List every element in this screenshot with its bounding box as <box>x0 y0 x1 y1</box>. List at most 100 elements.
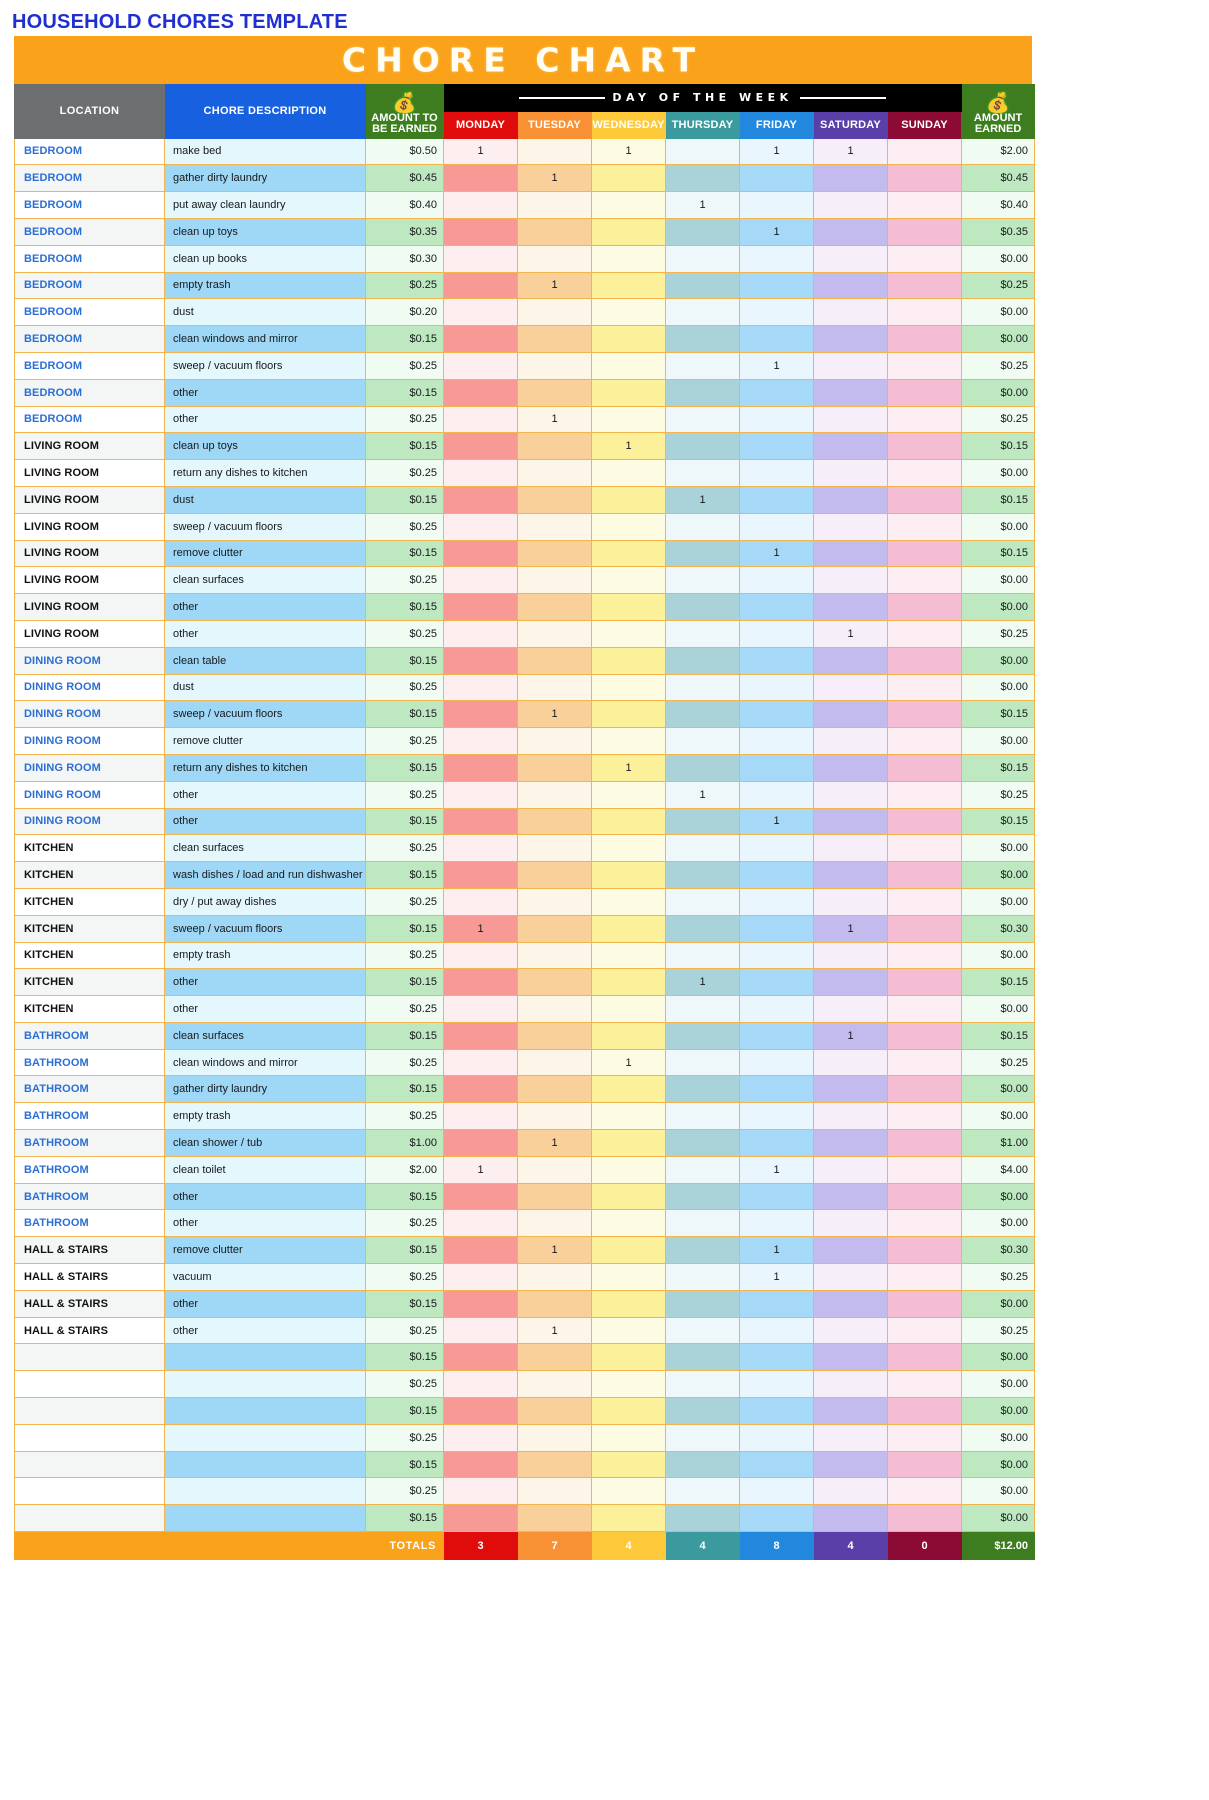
cell-day-tuesday[interactable] <box>517 459 592 487</box>
cell-location[interactable] <box>14 1477 165 1506</box>
cell-location[interactable]: BEDROOM <box>14 378 165 407</box>
cell-day-thursday[interactable] <box>665 459 740 487</box>
cell-day-tuesday[interactable] <box>517 727 592 755</box>
cell-day-thursday[interactable] <box>665 700 740 729</box>
cell-day-wednesday[interactable] <box>591 593 666 621</box>
cell-day-sunday[interactable] <box>886 539 963 568</box>
table-row[interactable]: DINING ROOM other $0.15 1 $0.15 <box>14 807 1036 836</box>
cell-day-thursday[interactable] <box>665 432 740 461</box>
cell-day-sunday[interactable] <box>886 1021 963 1050</box>
cell-day-friday[interactable]: 1 <box>739 217 814 246</box>
table-row[interactable]: BATHROOM empty trash $0.25 $0.00 <box>14 1102 1036 1131</box>
cell-location[interactable] <box>14 1504 165 1533</box>
cell-amount-to-be-earned[interactable]: $0.15 <box>365 968 444 997</box>
cell-location[interactable]: BATHROOM <box>14 1021 165 1050</box>
cell-day-saturday[interactable]: 1 <box>813 914 888 943</box>
cell-day-friday[interactable] <box>739 1048 814 1077</box>
cell-day-saturday[interactable] <box>813 1182 888 1211</box>
cell-day-sunday[interactable] <box>886 137 963 166</box>
cell-day-thursday[interactable] <box>665 1450 740 1479</box>
cell-day-monday[interactable] <box>443 834 518 863</box>
cell-day-sunday[interactable] <box>886 1316 963 1345</box>
table-row[interactable]: BEDROOM put away clean laundry $0.40 1 $0.40 <box>14 191 1036 219</box>
cell-day-wednesday[interactable] <box>591 887 666 916</box>
cell-day-tuesday[interactable] <box>517 941 592 970</box>
cell-day-monday[interactable] <box>443 378 518 407</box>
cell-day-wednesday[interactable] <box>591 1504 666 1533</box>
cell-day-wednesday[interactable] <box>591 512 666 541</box>
cell-day-wednesday[interactable] <box>591 807 666 836</box>
cell-day-thursday[interactable] <box>665 217 740 246</box>
cell-chore-description[interactable]: sweep / vacuum floors <box>164 914 366 943</box>
cell-day-thursday[interactable] <box>665 834 740 863</box>
cell-day-monday[interactable] <box>443 968 518 997</box>
cell-day-wednesday[interactable] <box>591 646 666 675</box>
cell-day-saturday[interactable] <box>813 459 888 487</box>
cell-day-tuesday[interactable] <box>517 191 592 219</box>
cell-day-sunday[interactable] <box>886 1289 963 1318</box>
cell-day-wednesday[interactable]: 1 <box>591 1048 666 1077</box>
cell-day-wednesday[interactable] <box>591 1102 666 1131</box>
cell-location[interactable]: BEDROOM <box>14 298 165 327</box>
cell-location[interactable]: DINING ROOM <box>14 780 165 809</box>
cell-day-tuesday[interactable] <box>517 351 592 380</box>
cell-day-saturday[interactable] <box>813 1423 888 1452</box>
cell-day-saturday[interactable] <box>813 378 888 407</box>
table-row[interactable]: $0.15 $0.00 <box>14 1450 1036 1479</box>
cell-day-saturday[interactable] <box>813 539 888 568</box>
cell-day-thursday[interactable] <box>665 593 740 621</box>
cell-day-monday[interactable] <box>443 325 518 353</box>
cell-day-friday[interactable] <box>739 298 814 327</box>
cell-amount-to-be-earned[interactable]: $0.35 <box>365 217 444 246</box>
cell-amount-to-be-earned[interactable]: $0.25 <box>365 727 444 755</box>
cell-day-monday[interactable] <box>443 995 518 1023</box>
cell-chore-description[interactable]: sweep / vacuum floors <box>164 351 366 380</box>
cell-day-monday[interactable] <box>443 485 518 514</box>
cell-amount-to-be-earned[interactable]: $0.15 <box>365 861 444 889</box>
cell-day-thursday[interactable] <box>665 1209 740 1238</box>
cell-location[interactable]: LIVING ROOM <box>14 566 165 595</box>
cell-location[interactable]: LIVING ROOM <box>14 593 165 621</box>
cell-amount-to-be-earned[interactable]: $0.15 <box>365 914 444 943</box>
cell-day-thursday[interactable]: 1 <box>665 780 740 809</box>
cell-chore-description[interactable]: dust <box>164 673 366 702</box>
cell-day-tuesday[interactable] <box>517 137 592 166</box>
cell-day-sunday[interactable] <box>886 459 963 487</box>
cell-day-saturday[interactable] <box>813 1155 888 1184</box>
cell-day-monday[interactable] <box>443 1102 518 1131</box>
cell-day-wednesday[interactable]: 1 <box>591 432 666 461</box>
cell-day-monday[interactable] <box>443 271 518 300</box>
table-row[interactable]: LIVING ROOM return any dishes to kitchen $… <box>14 459 1036 487</box>
cell-chore-description[interactable]: return any dishes to kitchen <box>164 459 366 487</box>
cell-location[interactable]: HALL & STAIRS <box>14 1316 165 1345</box>
cell-day-monday[interactable] <box>443 1048 518 1077</box>
cell-chore-description[interactable]: remove clutter <box>164 1236 366 1265</box>
cell-day-monday[interactable] <box>443 1504 518 1533</box>
table-row[interactable]: LIVING ROOM other $0.25 1 $0.25 <box>14 619 1036 648</box>
cell-day-saturday[interactable] <box>813 351 888 380</box>
table-row[interactable]: BEDROOM empty trash $0.25 1 $0.25 <box>14 271 1036 300</box>
cell-day-friday[interactable] <box>739 1370 814 1399</box>
cell-day-monday[interactable] <box>443 941 518 970</box>
cell-chore-description[interactable]: sweep / vacuum floors <box>164 512 366 541</box>
table-row[interactable]: KITCHEN clean surfaces $0.25 $0.00 <box>14 834 1036 863</box>
cell-amount-to-be-earned[interactable]: $0.25 <box>365 887 444 916</box>
cell-day-wednesday[interactable] <box>591 861 666 889</box>
cell-day-sunday[interactable] <box>886 1102 963 1131</box>
cell-day-saturday[interactable] <box>813 1236 888 1265</box>
cell-day-wednesday[interactable] <box>591 1289 666 1318</box>
cell-day-wednesday[interactable] <box>591 485 666 514</box>
table-row[interactable]: $0.15 $0.00 <box>14 1397 1036 1425</box>
cell-amount-to-be-earned[interactable]: $0.25 <box>365 271 444 300</box>
cell-day-wednesday[interactable] <box>591 1075 666 1104</box>
cell-day-wednesday[interactable] <box>591 405 666 434</box>
cell-day-friday[interactable] <box>739 861 814 889</box>
cell-day-saturday[interactable] <box>813 325 888 353</box>
table-row[interactable]: BEDROOM clean up books $0.30 $0.00 <box>14 244 1036 273</box>
cell-amount-to-be-earned[interactable]: $0.15 <box>365 539 444 568</box>
cell-day-monday[interactable] <box>443 1182 518 1211</box>
cell-chore-description[interactable]: clean surfaces <box>164 834 366 863</box>
cell-day-friday[interactable] <box>739 512 814 541</box>
cell-day-sunday[interactable] <box>886 1155 963 1184</box>
cell-day-sunday[interactable] <box>886 941 963 970</box>
